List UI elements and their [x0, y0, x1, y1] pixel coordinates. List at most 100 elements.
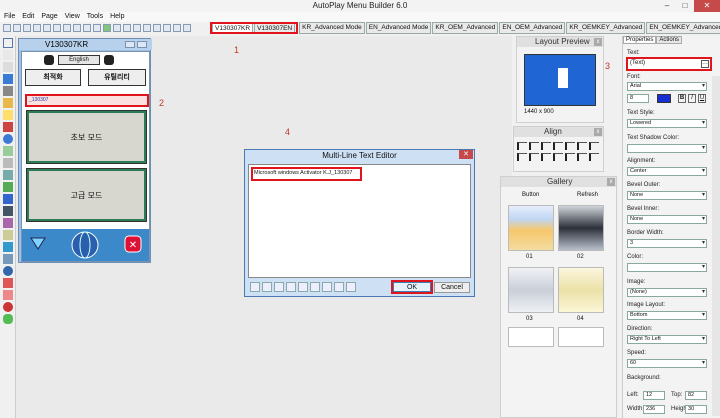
tab-en-advanced[interactable]: EN_Advanced Mode	[365, 22, 432, 34]
undo-icon[interactable]	[83, 24, 91, 32]
save-icon[interactable]	[23, 24, 31, 32]
english-button[interactable]: English	[58, 55, 100, 65]
close-button[interactable]: ✕	[694, 0, 720, 12]
list-tool-icon[interactable]	[3, 158, 13, 168]
pointer-tool-icon[interactable]	[3, 38, 13, 48]
gallery-button-dropdown[interactable]: Button	[522, 192, 539, 198]
word-wrap-icon[interactable]	[346, 282, 356, 292]
screen-preview[interactable]	[524, 54, 596, 106]
run-icon[interactable]	[103, 24, 111, 32]
left-field[interactable]: 12	[643, 391, 665, 400]
align-center-icon[interactable]	[529, 142, 539, 150]
stop-icon[interactable]	[113, 24, 121, 32]
gallery-item-04[interactable]	[558, 267, 604, 313]
text-editor-area[interactable]: Microsoft windows Activator K.J_130307	[248, 164, 471, 278]
tab-en-oemkey-advanced[interactable]: EN_OEMKEY_Advanced	[646, 22, 720, 34]
color-select[interactable]	[627, 263, 707, 272]
cut-icon[interactable]	[43, 24, 51, 32]
gallery-close-icon[interactable]: x	[607, 178, 615, 186]
paste-text-icon[interactable]	[298, 282, 308, 292]
open-icon[interactable]	[13, 24, 21, 32]
web-tool-icon[interactable]	[3, 134, 13, 144]
text-property-field[interactable]: (Text) …	[626, 57, 712, 71]
align-right-icon[interactable]	[541, 142, 551, 150]
speed-field[interactable]: 60	[627, 359, 707, 368]
find-icon[interactable]	[334, 282, 344, 292]
gallery-refresh-button[interactable]: Refresh	[577, 192, 598, 198]
tab-properties[interactable]: Properties	[623, 36, 657, 44]
text-style-select[interactable]: Lowered	[627, 119, 707, 128]
center-h-icon[interactable]	[565, 153, 575, 161]
same-size-icon[interactable]	[529, 153, 539, 161]
progress-tool-icon[interactable]	[3, 182, 13, 192]
bring-front-icon[interactable]	[589, 153, 599, 161]
open-file-icon[interactable]	[250, 282, 260, 292]
scroll-tool-icon[interactable]	[3, 254, 13, 264]
menu-file[interactable]: File	[4, 12, 15, 22]
shadow-color-select[interactable]	[627, 144, 707, 153]
width-field[interactable]: 236	[643, 405, 665, 414]
menu-close-button[interactable]	[137, 41, 147, 48]
layout-preview-close-icon[interactable]: x	[594, 38, 602, 46]
tab-kr-advanced[interactable]: KR_Advanced Mode	[299, 22, 365, 34]
font-color-swatch[interactable]	[657, 94, 671, 103]
marquee-label[interactable]: _130307	[25, 94, 149, 107]
direction-select[interactable]: Right To Left	[627, 335, 707, 344]
menu-tool-icon[interactable]	[3, 122, 13, 132]
underline-button[interactable]: U	[698, 94, 706, 103]
save-all-icon[interactable]	[33, 24, 41, 32]
align-bottom-icon[interactable]	[577, 142, 587, 150]
gallery-item-03[interactable]	[508, 267, 554, 313]
check-tool-icon[interactable]	[3, 146, 13, 156]
tab-v130307kr[interactable]: V130307KR	[212, 24, 254, 32]
menu-page[interactable]: Page	[41, 12, 57, 22]
video-tool-icon[interactable]	[3, 206, 13, 216]
menu-tools[interactable]: Tools	[87, 12, 103, 22]
tab-en-oem-advanced[interactable]: EN_OEM_Advanced	[499, 22, 566, 34]
pdf-tool-icon[interactable]	[3, 278, 13, 288]
gallery-item-01[interactable]	[508, 205, 554, 251]
bold-button[interactable]: B	[678, 94, 686, 103]
menu-view[interactable]: View	[65, 12, 80, 22]
help-icon[interactable]	[183, 24, 191, 32]
paste-icon[interactable]	[63, 24, 71, 32]
gallery-item-05[interactable]	[508, 327, 554, 347]
font-size-field[interactable]: 8	[627, 94, 649, 103]
gallery-item-02[interactable]	[558, 205, 604, 251]
minimize-button[interactable]: –	[658, 0, 676, 12]
grid-icon[interactable]	[133, 24, 141, 32]
properties-scrollbar[interactable]	[712, 76, 720, 416]
cancel-button[interactable]: Cancel	[434, 282, 470, 293]
font-family-select[interactable]: Arial	[627, 82, 707, 91]
space-v-icon[interactable]	[553, 153, 563, 161]
compass-tool-icon[interactable]	[3, 266, 13, 276]
settings-icon[interactable]	[153, 24, 161, 32]
text-tool-icon[interactable]	[3, 50, 13, 60]
copy-text-icon[interactable]	[286, 282, 296, 292]
chat-tool-icon[interactable]	[3, 314, 13, 324]
tab-v130307en[interactable]: V130307EN	[254, 24, 296, 32]
dialog-close-button[interactable]: ✕	[459, 150, 473, 159]
space-h-icon[interactable]	[541, 153, 551, 161]
tab-actions[interactable]: Actions	[656, 36, 683, 44]
image-layout-select[interactable]: Bottom	[627, 311, 707, 320]
same-width-icon[interactable]	[589, 142, 599, 150]
image-select[interactable]: (None)	[627, 288, 707, 297]
flash-tool-icon[interactable]	[3, 194, 13, 204]
tab-kr-oem-advanced[interactable]: KR_OEM_Advanced	[432, 22, 499, 34]
undo-text-icon[interactable]	[322, 282, 332, 292]
new-icon[interactable]	[3, 24, 11, 32]
menu-help[interactable]: Help	[110, 12, 124, 22]
image-tool-icon[interactable]	[3, 98, 13, 108]
audio-tool-icon[interactable]	[3, 218, 13, 228]
save-file-icon[interactable]	[262, 282, 272, 292]
timer-tool-icon[interactable]	[3, 230, 13, 240]
border-width-field[interactable]: 3	[627, 239, 707, 248]
bevel-inner-select[interactable]: None	[627, 215, 707, 224]
web-icon[interactable]	[173, 24, 181, 32]
beginner-mode-button[interactable]: 초보 모드	[26, 110, 147, 164]
optimize-button[interactable]: 최적화	[25, 69, 81, 86]
gallery-item-06[interactable]	[558, 327, 604, 347]
advanced-mode-button[interactable]: 고급 모드	[26, 168, 147, 222]
align-left-icon[interactable]	[517, 142, 527, 150]
